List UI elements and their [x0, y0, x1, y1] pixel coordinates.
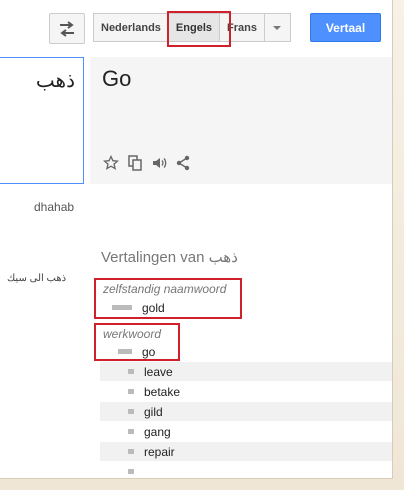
- result-text: Go: [102, 66, 132, 91]
- lang-button-frans[interactable]: Frans: [220, 13, 265, 42]
- source-text: ذهب: [35, 70, 75, 92]
- star-icon[interactable]: [103, 155, 119, 171]
- swap-arrows-icon: [60, 20, 74, 37]
- frequency-bar: [128, 369, 134, 374]
- source-text-area[interactable]: ذهب: [0, 57, 84, 184]
- dictionary-word: repair: [144, 444, 175, 459]
- dictionary-word: gang: [144, 424, 171, 439]
- frequency-bar: [128, 469, 134, 474]
- dictionary-entry[interactable]: repair: [100, 442, 392, 461]
- dictionary-word: betake: [144, 384, 181, 399]
- dictionary-entry[interactable]: gang: [100, 422, 392, 441]
- source-example-text: ذهب الى سيك: [7, 273, 67, 284]
- dictionary-entry[interactable]: betake: [100, 382, 392, 401]
- lang-button-engels[interactable]: Engels: [168, 13, 220, 42]
- frequency-bar: [128, 389, 134, 394]
- dictionary-word: gold: [142, 300, 165, 315]
- pos-label-noun: zelfstandig naamwoord: [103, 282, 227, 296]
- dictionary-entry[interactable]: gold: [100, 298, 392, 317]
- result-actions: [103, 155, 191, 171]
- dictionary-title: Vertalingen van ذهب: [101, 249, 238, 266]
- frequency-bar: [128, 429, 134, 434]
- dictionary-word: leave: [144, 364, 173, 379]
- dictionary-entry[interactable]: gild: [100, 402, 392, 421]
- frequency-bar: [128, 449, 134, 454]
- frequency-bar: [128, 409, 134, 414]
- result-panel: Go: [90, 57, 392, 184]
- dictionary-entry[interactable]: go: [100, 342, 392, 361]
- dictionary-entry[interactable]: leave: [100, 362, 392, 381]
- dictionary-entry[interactable]: [100, 462, 392, 478]
- translate-screen: Nederlands Engels Frans Vertaal ذهب dhah…: [0, 0, 393, 479]
- swap-languages-button[interactable]: [49, 13, 85, 44]
- frequency-bar: [112, 305, 132, 310]
- language-dropdown-button[interactable]: [264, 13, 291, 42]
- copy-icon[interactable]: [127, 155, 143, 171]
- target-language-group: Nederlands Engels Frans: [93, 13, 291, 42]
- chevron-down-icon: [273, 25, 282, 30]
- lang-button-nederlands[interactable]: Nederlands: [93, 13, 169, 42]
- translate-button[interactable]: Vertaal: [310, 13, 381, 42]
- dictionary-word: go: [142, 344, 156, 359]
- dictionary-word: gild: [144, 404, 163, 419]
- pos-label-verb: werkwoord: [103, 327, 162, 341]
- transliteration: dhahab: [34, 200, 75, 214]
- speaker-icon[interactable]: [151, 155, 167, 171]
- share-icon[interactable]: [175, 155, 191, 171]
- frequency-bar: [118, 349, 132, 354]
